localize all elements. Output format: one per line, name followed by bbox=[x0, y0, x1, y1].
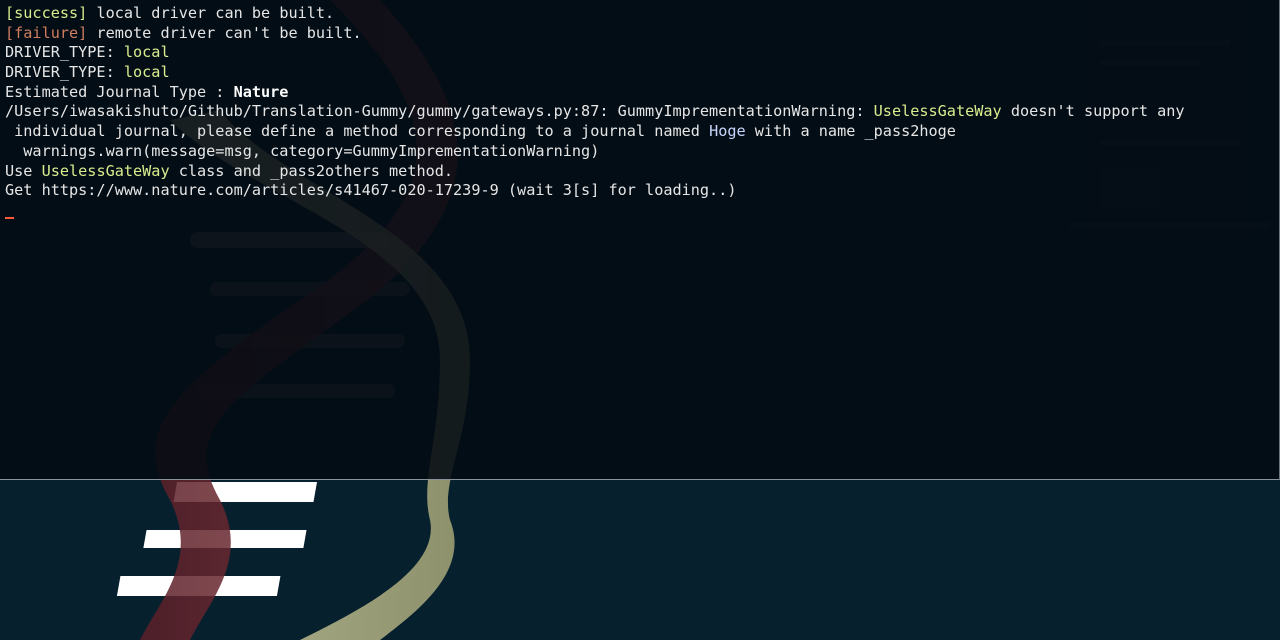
terminal-text: DRIVER_TYPE: bbox=[5, 43, 124, 62]
terminal-prompt-line bbox=[5, 201, 1273, 221]
terminal-text: doesn't support any bbox=[1001, 102, 1185, 121]
screen: [success] local driver can be built. [fai… bbox=[0, 0, 1280, 640]
terminal-cursor bbox=[5, 216, 14, 219]
terminal-text: Use bbox=[5, 161, 42, 180]
terminal-output: [success] local driver can be built. [fai… bbox=[5, 4, 1273, 221]
terminal-text: Hoge bbox=[709, 122, 746, 141]
terminal-text: Estimated Journal Type : bbox=[5, 82, 234, 101]
terminal-text: with a name _pass2hoge bbox=[745, 122, 956, 141]
terminal-text: /Users/iwasakishuto/Github/Translation-G… bbox=[5, 102, 874, 121]
terminal-text: class and _pass2others method. bbox=[169, 161, 454, 180]
terminal-line: warnings.warn(message=msg, category=Gumm… bbox=[5, 142, 1273, 162]
terminal-text: local bbox=[123, 43, 170, 62]
terminal-line: Estimated Journal Type : Nature bbox=[5, 83, 1273, 103]
terminal-text: warnings.warn(message=msg, category=Gumm… bbox=[5, 141, 600, 160]
terminal-text: [success] bbox=[5, 4, 88, 22]
terminal-line: Use UselessGateWay class and _pass2other… bbox=[5, 162, 1273, 182]
terminal-text: local driver can be built. bbox=[87, 4, 335, 22]
terminal-text: DRIVER_TYPE: bbox=[5, 63, 124, 82]
terminal-line: DRIVER_TYPE: local bbox=[5, 63, 1273, 83]
terminal-line: individual journal, please define a meth… bbox=[5, 122, 1273, 142]
terminal-line: Get https://www.nature.com/articles/s414… bbox=[5, 181, 1273, 201]
terminal-window[interactable]: [success] local driver can be built. [fai… bbox=[0, 0, 1280, 480]
terminal-text: individual journal, please define a meth… bbox=[5, 122, 710, 141]
terminal-text: remote driver can't be built. bbox=[87, 23, 362, 42]
terminal-text: local bbox=[123, 63, 170, 82]
terminal-text: Nature bbox=[233, 82, 289, 101]
terminal-line: [failure] remote driver can't be built. bbox=[5, 24, 1273, 44]
terminal-text: Get https://www.nature.com/articles/s414… bbox=[5, 181, 737, 200]
terminal-text: UselessGateWay bbox=[873, 102, 1002, 121]
terminal-line: DRIVER_TYPE: local bbox=[5, 43, 1273, 63]
terminal-text: [failure] bbox=[5, 23, 88, 42]
terminal-text: UselessGateWay bbox=[41, 161, 170, 180]
terminal-line: /Users/iwasakishuto/Github/Translation-G… bbox=[5, 102, 1273, 122]
terminal-line: [success] local driver can be built. bbox=[5, 4, 1273, 24]
